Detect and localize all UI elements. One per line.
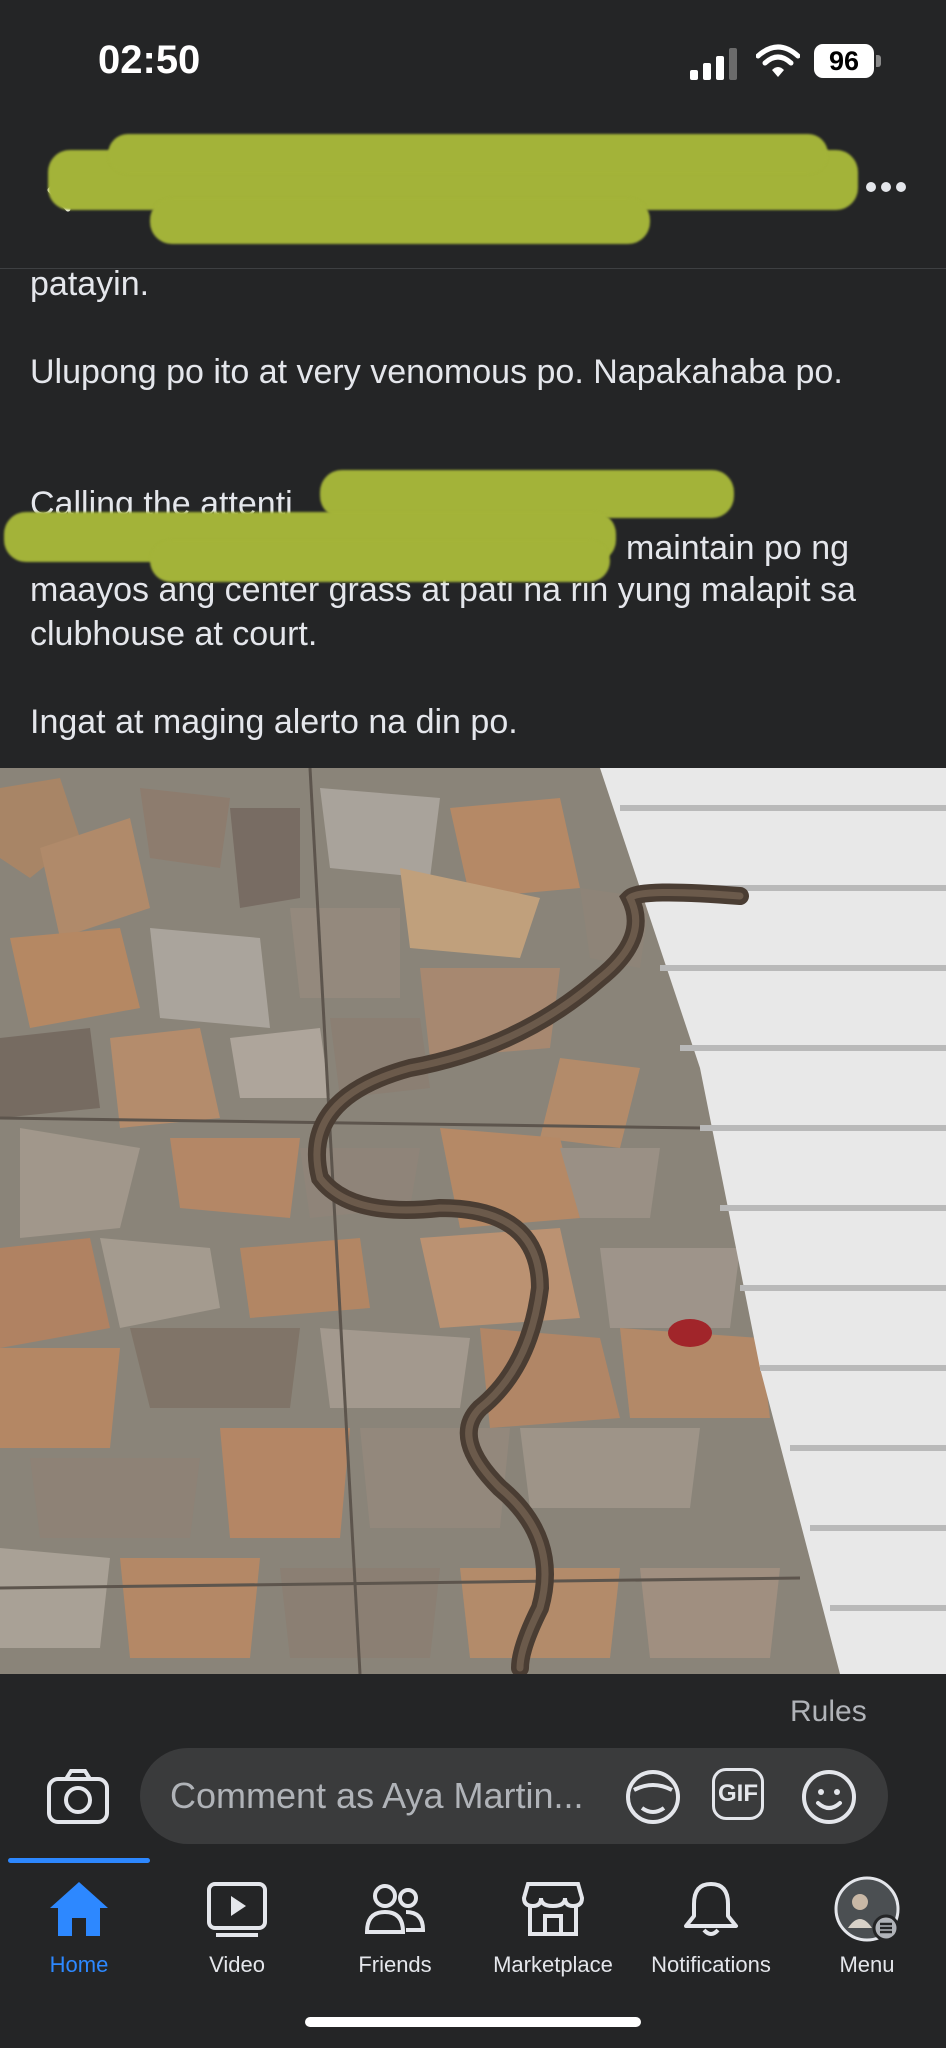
home-icon [50, 1882, 108, 1936]
bell-icon [684, 1882, 738, 1936]
tab-video[interactable]: Video [158, 1880, 316, 2000]
home-indicator[interactable] [305, 2017, 641, 2027]
avatar-sticker-icon[interactable] [624, 1768, 682, 1826]
rules-link[interactable]: Rules [790, 1695, 867, 1729]
battery-indicator: 96 [814, 44, 882, 80]
post-header [0, 120, 946, 269]
tab-label: Home [49, 1952, 109, 1977]
post-paragraph: Ulupong po ito at very venomous po. Napa… [30, 353, 843, 391]
tab-label: Notifications [651, 1952, 771, 1977]
active-tab-indicator [8, 1858, 150, 1863]
tab-label: Friends [358, 1952, 432, 1977]
tab-friends[interactable]: Friends [316, 1880, 474, 2000]
status-bar: 02:50 96 [0, 0, 946, 120]
cellular-signal-icon [690, 48, 737, 80]
post-text-line: patayin. [30, 265, 150, 303]
tab-label: Marketplace [493, 1952, 613, 1977]
video-icon [207, 1882, 267, 1937]
friends-icon [364, 1884, 426, 1934]
tab-notifications[interactable]: Notifications [632, 1880, 790, 2000]
comment-placeholder: Comment as Aya Martin... [170, 1775, 584, 1816]
battery-level: 96 [814, 44, 874, 78]
tab-menu[interactable]: Menu [788, 1876, 946, 2000]
camera-icon[interactable] [46, 1767, 110, 1825]
redacted-text [320, 470, 734, 518]
tab-home[interactable]: Home [0, 1880, 158, 2000]
post-paragraph-fragment: maintain po ng [626, 529, 850, 567]
tab-marketplace[interactable]: Marketplace [474, 1880, 632, 2000]
gif-button[interactable]: GIF [712, 1768, 764, 1820]
tab-label: Menu [839, 1952, 895, 1977]
post-photo-snake[interactable] [0, 768, 946, 1674]
marketplace-icon [522, 1882, 584, 1936]
comment-input[interactable]: Comment as Aya Martin... GIF [140, 1748, 888, 1844]
blood-stain [668, 1319, 712, 1347]
status-time: 02:50 [98, 38, 201, 82]
post-paragraph: Ingat at maging alerto na din po. [30, 703, 518, 741]
wifi-icon [756, 44, 800, 77]
comment-composer: Comment as Aya Martin... GIF [0, 1745, 946, 1845]
tab-label: Video [209, 1952, 265, 1977]
profile-avatar [834, 1876, 900, 1942]
more-options-icon[interactable] [864, 180, 908, 194]
emoji-icon[interactable] [800, 1768, 858, 1826]
